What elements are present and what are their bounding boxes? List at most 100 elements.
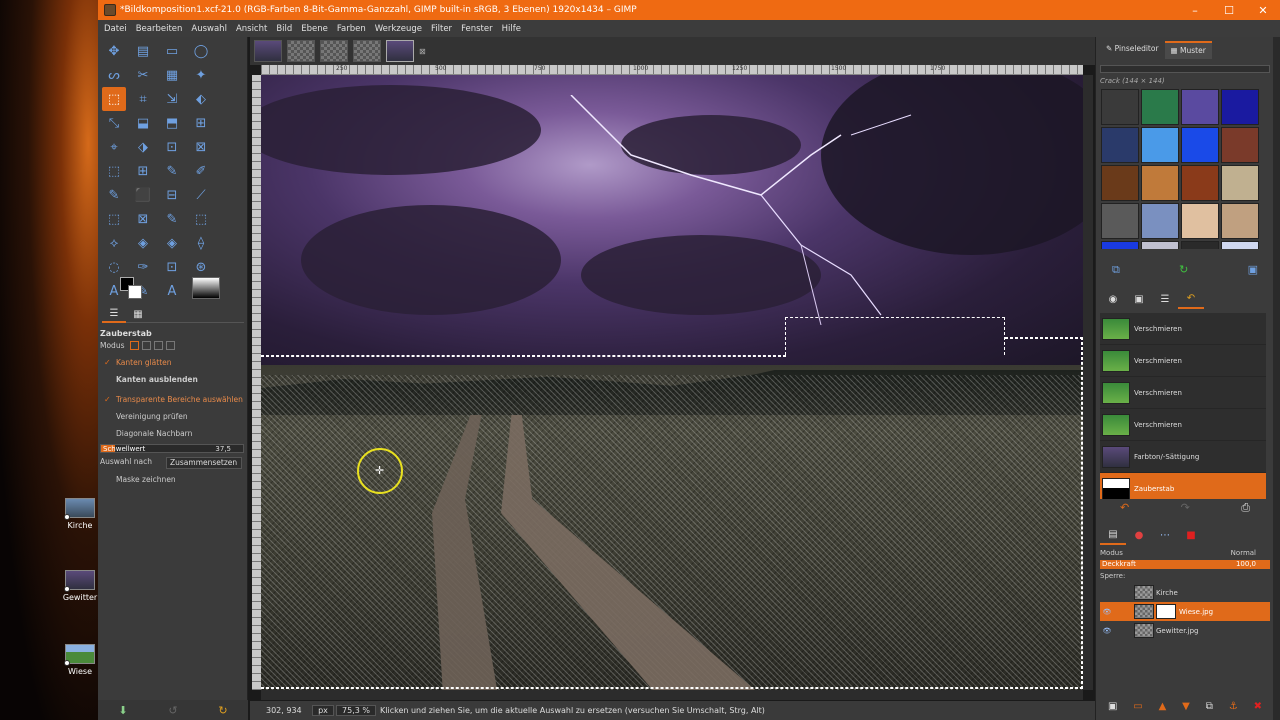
desktop-icon-kirche[interactable]: Kirche xyxy=(62,498,98,530)
restore-options-icon[interactable]: ↺ xyxy=(168,704,177,717)
tool-button-icon[interactable]: ✦ xyxy=(189,63,213,87)
tab-undo-history[interactable]: ↶ xyxy=(1178,289,1204,309)
tool-button-icon[interactable]: ✎ xyxy=(160,159,184,183)
layer-row[interactable]: 👁 Wiese.jpg xyxy=(1100,602,1270,621)
tool-button-icon[interactable]: ▭ xyxy=(160,39,184,63)
tool-button-icon[interactable]: ⊡ xyxy=(160,135,184,159)
refresh-icon[interactable]: ↻ xyxy=(1179,263,1188,279)
pattern-swatch[interactable] xyxy=(1181,127,1219,163)
menu-bild[interactable]: Bild xyxy=(276,24,292,34)
pattern-folder-icon[interactable]: ▣ xyxy=(1248,263,1258,279)
tool-button-icon[interactable]: ⊛ xyxy=(189,255,213,279)
history-item[interactable]: Farbton/-Sättigung xyxy=(1100,441,1266,473)
visibility-eye-icon[interactable]: 👁 xyxy=(1100,608,1114,616)
pattern-swatch[interactable] xyxy=(1141,203,1179,239)
mode-intersect-button[interactable] xyxy=(166,341,176,350)
history-item[interactable]: Verschmieren xyxy=(1100,377,1266,409)
reset-options-icon[interactable]: ↻ xyxy=(218,704,227,717)
image-tab-active[interactable] xyxy=(386,40,414,62)
image-tab[interactable] xyxy=(287,40,315,62)
desktop-icon-wiese[interactable]: Wiese xyxy=(62,644,98,676)
tool-button-icon[interactable]: ✥ xyxy=(102,39,126,63)
select-by-dropdown[interactable]: Zusammensetzen xyxy=(166,457,242,469)
pattern-swatch[interactable] xyxy=(1141,89,1179,125)
pattern-swatch[interactable] xyxy=(1181,89,1219,125)
tool-button-icon[interactable]: ⤡ xyxy=(102,111,126,135)
tab-channels[interactable]: ● xyxy=(1126,525,1152,545)
new-layer-icon[interactable]: ▣ xyxy=(1108,701,1117,717)
menu-hilfe[interactable]: Hilfe xyxy=(502,24,521,34)
tool-button-icon[interactable]: ⬒ xyxy=(160,111,184,135)
option-feather-edges[interactable]: Kanten ausblenden xyxy=(104,375,198,384)
tool-button-icon[interactable]: ◈ xyxy=(131,231,155,255)
tool-button-icon[interactable]: ⟠ xyxy=(189,231,213,255)
pattern-swatch[interactable] xyxy=(1141,241,1179,249)
tool-button-icon[interactable]: ⬗ xyxy=(131,135,155,159)
tool-button-icon[interactable]: ▦ xyxy=(160,63,184,87)
minimize-button[interactable]: – xyxy=(1178,4,1212,17)
unit-selector[interactable]: px xyxy=(312,705,334,716)
new-group-icon[interactable]: ▭ xyxy=(1133,701,1142,717)
duplicate-layer-icon[interactable]: ⧉ xyxy=(1206,701,1213,717)
close-button[interactable]: ✕ xyxy=(1246,4,1280,17)
tool-button-icon[interactable]: ⊞ xyxy=(131,159,155,183)
menu-auswahl[interactable]: Auswahl xyxy=(191,24,227,34)
vertical-scrollbar[interactable] xyxy=(1083,75,1093,690)
tool-button-icon[interactable]: ▤ xyxy=(131,39,155,63)
menu-werkzeuge[interactable]: Werkzeuge xyxy=(375,24,422,34)
undo-icon[interactable]: ↶ xyxy=(1120,501,1129,517)
pattern-swatch[interactable] xyxy=(1221,165,1259,201)
desktop-icon-gewitter[interactable]: Gewitter xyxy=(62,570,98,602)
history-item[interactable]: Verschmieren xyxy=(1100,409,1266,441)
tab-patterns[interactable]: ▦ Muster xyxy=(1164,41,1212,59)
history-item[interactable]: Verschmieren xyxy=(1100,345,1266,377)
maximize-button[interactable]: ☐ xyxy=(1212,4,1246,17)
pattern-swatch[interactable] xyxy=(1101,127,1139,163)
delete-layer-icon[interactable]: ✖ xyxy=(1254,701,1262,717)
image-canvas[interactable]: ✛ xyxy=(261,75,1083,690)
tool-button-icon[interactable]: ◯ xyxy=(189,39,213,63)
tool-button-icon[interactable]: ⬚ xyxy=(102,159,126,183)
pattern-swatch[interactable] xyxy=(1221,241,1259,249)
pattern-swatch[interactable] xyxy=(1101,89,1139,125)
menu-ebene[interactable]: Ebene xyxy=(301,24,328,34)
tool-button-icon[interactable]: ✎ xyxy=(102,183,126,207)
layer-row[interactable]: Kirche xyxy=(1100,583,1270,602)
image-tab[interactable] xyxy=(254,40,282,62)
dock-scrollbar[interactable] xyxy=(1273,37,1280,720)
mode-replace-button[interactable] xyxy=(130,341,140,350)
tab-images[interactable]: ▣ xyxy=(1126,289,1152,309)
option-diagonal-neighbors[interactable]: Diagonale Nachbarn xyxy=(104,429,192,438)
tool-button-icon[interactable]: ⊟ xyxy=(160,183,184,207)
menu-bearbeiten[interactable]: Bearbeiten xyxy=(136,24,183,34)
tab-layers[interactable]: ▤ xyxy=(1100,525,1126,545)
history-item[interactable]: Zauberstab xyxy=(1100,473,1266,499)
tool-button-icon[interactable]: ⬚ xyxy=(189,207,213,231)
vertical-ruler[interactable] xyxy=(252,75,261,690)
brush-preview[interactable] xyxy=(192,277,220,299)
tab-tool-presets[interactable]: ◉ xyxy=(1100,289,1126,309)
menu-ansicht[interactable]: Ansicht xyxy=(236,24,267,34)
pattern-swatch[interactable] xyxy=(1101,241,1139,249)
tab-paths[interactable]: ⋯ xyxy=(1152,525,1178,545)
pattern-swatch[interactable] xyxy=(1181,203,1219,239)
pattern-swatch[interactable] xyxy=(1141,127,1179,163)
zoom-selector[interactable]: 75,3 % xyxy=(336,705,376,716)
pattern-swatch[interactable] xyxy=(1141,165,1179,201)
tool-button-icon[interactable]: ⊡ xyxy=(160,255,184,279)
tab-documents[interactable]: ☰ xyxy=(1152,289,1178,309)
tool-button-icon[interactable]: ⬓ xyxy=(131,111,155,135)
tool-options-tab[interactable]: ☰ xyxy=(102,305,126,323)
tool-button-icon[interactable]: ✎ xyxy=(160,207,184,231)
menu-farben[interactable]: Farben xyxy=(337,24,366,34)
save-options-icon[interactable]: ⬇ xyxy=(118,704,127,717)
threshold-slider[interactable]: Schwellwert 37,5 xyxy=(100,444,244,453)
layer-mask-thumbnail[interactable] xyxy=(1156,604,1176,619)
tool-button-icon[interactable]: ✑ xyxy=(131,255,155,279)
tool-button-icon[interactable]: ⬖ xyxy=(189,87,213,111)
mode-add-button[interactable] xyxy=(142,341,152,350)
pattern-swatch[interactable] xyxy=(1101,165,1139,201)
tool-button-icon[interactable]: ⬛ xyxy=(131,183,155,207)
pattern-swatch[interactable] xyxy=(1221,89,1259,125)
pattern-swatch[interactable] xyxy=(1221,203,1259,239)
